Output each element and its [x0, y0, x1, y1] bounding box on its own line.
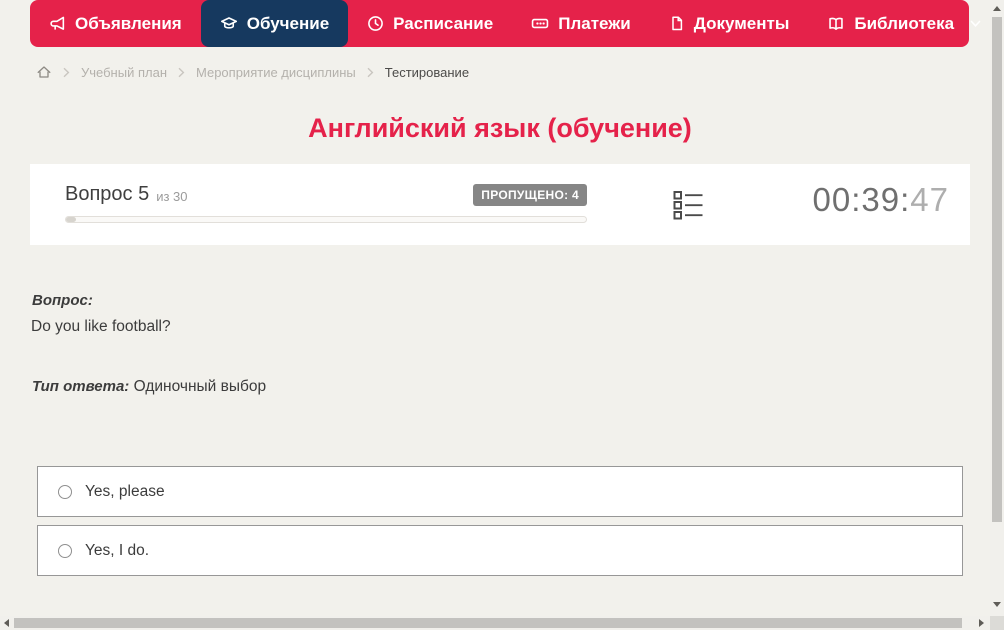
nav-item-label: Документы: [693, 13, 790, 33]
horizontal-scrollbar-thumb[interactable]: [14, 618, 962, 628]
skipped-badge: ПРОПУЩЕНО: 4: [473, 183, 587, 206]
scroll-right-arrow-icon[interactable]: [979, 619, 984, 627]
nav-item-label: Платежи: [558, 13, 631, 33]
timer: 00:39:47: [813, 181, 949, 219]
nav-item-announcements[interactable]: Объявления: [30, 0, 201, 47]
scroll-left-arrow-icon[interactable]: [4, 619, 9, 627]
scroll-up-arrow-icon[interactable]: [993, 6, 1001, 11]
option-label: Yes, I do.: [85, 541, 150, 559]
nav-item-documents[interactable]: Документы: [650, 0, 809, 47]
chevron-right-icon: [63, 67, 70, 78]
chevron-right-icon: [178, 67, 185, 78]
nav-item-payments[interactable]: Платежи: [512, 0, 650, 47]
question-prompt-label: Вопрос:: [32, 292, 93, 309]
nav-item-label: Объявления: [75, 13, 182, 33]
home-icon[interactable]: [36, 64, 52, 80]
megaphone-icon: [49, 15, 66, 32]
answer-type-row: Тип ответа: Одиночный выбор: [32, 378, 266, 396]
scrollbar-corner: [990, 616, 1004, 630]
main-navbar: Объявления Обучение Расписание Платежи Д…: [30, 0, 981, 47]
chevron-down-icon: [970, 20, 981, 28]
timer-seconds: 47: [910, 181, 949, 218]
nav-item-library[interactable]: Библиотека: [808, 0, 1000, 47]
option-label: Yes, please: [85, 482, 165, 500]
vertical-scrollbar-thumb[interactable]: [992, 17, 1002, 522]
page: Объявления Обучение Расписание Платежи Д…: [0, 0, 1004, 630]
nav-item-learning[interactable]: Обучение: [200, 0, 349, 47]
graduation-cap-icon: [220, 15, 238, 32]
question-total: из 30: [156, 189, 188, 204]
document-icon: [669, 15, 685, 32]
open-book-icon: [827, 15, 845, 32]
scroll-down-arrow-icon[interactable]: [993, 602, 1001, 607]
answer-type-label: Тип ответа:: [32, 378, 130, 395]
vertical-scrollbar[interactable]: [990, 0, 1004, 616]
timer-main: 00:39:: [812, 181, 911, 218]
radio-icon[interactable]: [58, 543, 72, 558]
breadcrumb: Учебный план Мероприятие дисциплины Тест…: [36, 62, 469, 82]
question-list-button[interactable]: [673, 190, 704, 223]
nav-item-label: Обучение: [246, 13, 330, 33]
list-icon: [673, 191, 704, 223]
page-title: Английский язык (обучение): [308, 113, 692, 143]
question-text: Do you like football?: [31, 318, 171, 335]
clock-icon: [367, 15, 384, 32]
quiz-header-card: Вопрос 5 из 30 ПРОПУЩЕНО: 4 00:39:47: [30, 164, 970, 245]
radio-icon[interactable]: [58, 484, 72, 499]
banknote-icon: [531, 15, 549, 32]
nav-item-schedule[interactable]: Расписание: [348, 0, 512, 47]
answer-option-2[interactable]: Yes, I do.: [37, 525, 963, 576]
horizontal-scrollbar[interactable]: [0, 616, 990, 630]
quiz-progress-block: Вопрос 5 из 30 ПРОПУЩЕНО: 4: [65, 183, 587, 223]
breadcrumb-item-testing: Тестирование: [384, 64, 470, 80]
breadcrumb-item-discipline-event[interactable]: Мероприятие дисциплины: [196, 65, 356, 80]
progress-bar: [65, 216, 587, 223]
answer-type-value: Одиночный выбор: [133, 378, 267, 395]
progress-fill: [66, 217, 77, 222]
nav-item-label: Расписание: [393, 13, 494, 33]
chevron-right-icon: [367, 67, 374, 78]
nav-item-label: Библиотека: [854, 13, 955, 33]
question-number: Вопрос 5: [65, 183, 150, 205]
answer-option-1[interactable]: Yes, please: [37, 466, 963, 517]
breadcrumb-item-curriculum[interactable]: Учебный план: [81, 65, 167, 80]
